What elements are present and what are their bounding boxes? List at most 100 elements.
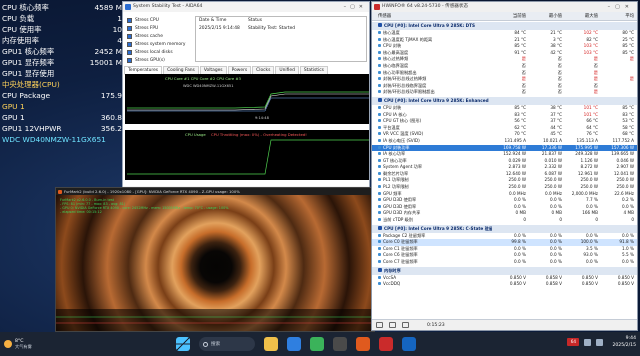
- settings-icon[interactable]: [376, 322, 383, 328]
- sensor-value: 85 °C: [622, 104, 634, 110]
- aida64-taskbar-icon[interactable]: [402, 337, 416, 351]
- sensor-value: [600, 83, 636, 90]
- sensor-row[interactable]: GT 核心功率 0.029 W 0.010 W 1.126 W 0.046 W: [372, 158, 637, 165]
- checkbox[interactable]: [127, 25, 132, 31]
- sensor-label: CPU 封装: [383, 104, 402, 110]
- sensor-value: 83 °C: [622, 111, 634, 117]
- sensor-row[interactable]: 当前 cTDP 级别 0 0 0 0: [372, 217, 637, 224]
- taskbar-apps: 搜索: [176, 337, 416, 351]
- clock-time: 9:44: [625, 336, 636, 341]
- log-icon[interactable]: [389, 322, 396, 328]
- sensor-group-header[interactable]: 内存时序: [372, 266, 637, 275]
- sensor-value: 2.332 W: [544, 164, 562, 170]
- sensor-row[interactable]: PL1 功率限制 250.0 W 250.0 W 250.0 W 250.0 W: [372, 177, 637, 184]
- network-icon[interactable]: [584, 338, 592, 346]
- file-explorer-icon[interactable]: [264, 337, 278, 351]
- volume-icon[interactable]: [596, 338, 604, 346]
- column-header[interactable]: 传感器: [372, 12, 492, 20]
- taskbar-search[interactable]: 搜索: [199, 337, 255, 351]
- sensor-label: 核心温度: [383, 30, 400, 35]
- stress-option[interactable]: Stress local disks: [127, 48, 193, 56]
- osd-row: CPU 负载 1: [2, 13, 122, 24]
- sensor-row[interactable]: IA 核心功率 152.924 W 21.837 W 249.328 W 139.665…: [372, 151, 637, 158]
- checkbox[interactable]: [127, 41, 132, 47]
- osd-row: CPU 核心频率 4589 M: [2, 2, 122, 13]
- sensor-row[interactable]: 封装/环形总线功率限制超出 否 否 是: [372, 89, 637, 96]
- sensor-value: 0.0 MHz: [545, 190, 562, 196]
- sensor-row[interactable]: 平台温度 62 °C 44 °C 64 °C 58 °C: [372, 125, 637, 132]
- sensor-row[interactable]: IA 核心电压 (SVID) 131.495 A 10.021 A 135.113 A…: [372, 138, 637, 145]
- sensor-value: 0.850 V: [509, 274, 526, 280]
- sensor-row[interactable]: PL2 功率限制 250.0 W 250.0 W 250.0 W 250.0 W: [372, 184, 637, 191]
- sensor-group-header[interactable]: CPU [#0]: Intel Core Ultra 9 285K: Enhan…: [372, 96, 637, 105]
- column-header[interactable]: 最大值: [564, 12, 600, 20]
- sensor-row[interactable]: Core C7 驻留频率 0.0 % 0.0 % 0.0 % 0.0 %: [372, 259, 637, 266]
- reset-icon[interactable]: [402, 322, 409, 328]
- sensor-row[interactable]: 核心过热降频 是 否 是 是: [372, 56, 637, 63]
- checkbox[interactable]: [127, 57, 132, 63]
- edge-icon[interactable]: [287, 337, 301, 351]
- sensor-row[interactable]: Core C6 驻留频率 0.0 % 0.0 % 93.0 % 5.5 %: [372, 252, 637, 259]
- weather-icon: [4, 340, 12, 348]
- stress-option[interactable]: Stress system memory: [127, 40, 193, 48]
- sensor-value: 103 °C: [583, 49, 598, 55]
- sensor-row[interactable]: CPU IA 核心 83 °C 37 °C 101 °C 83 °C: [372, 112, 637, 119]
- sensor-row[interactable]: CPU GT 核心 (图形) 56 °C 37 °C 66 °C 53 °C: [372, 118, 637, 125]
- window-controls[interactable]: –▢✕: [608, 2, 634, 12]
- osd-row: WDC WD40NMZW-11GX651: [2, 134, 122, 145]
- stress-option-label: Stress local disks: [135, 49, 173, 55]
- sensor-row[interactable]: VccSA 0.850 V 0.858 V 0.850 V 0.850 V: [372, 275, 637, 282]
- sensor-row[interactable]: Package C2 驻留频率 0.0 % 0.0 % 0.0 % 0.0 %: [372, 233, 637, 240]
- sensor-row[interactable]: VccDDQ 0.850 V 0.858 V 0.850 V 0.850 V: [372, 281, 637, 288]
- sensor-value: 91 °C: [514, 49, 526, 55]
- sensor-row[interactable]: 核心最高温度 91 °C 42 °C 103 °C 85 °C: [372, 50, 637, 57]
- stress-option[interactable]: Stress cache: [127, 32, 193, 40]
- sensor-icon: [378, 275, 381, 279]
- sensor-row[interactable]: CPU 封装功率 169.758 W 17.336 W 175.995 W 157.30…: [372, 144, 637, 152]
- sensor-value: 是: [629, 56, 634, 62]
- sensor-row[interactable]: CPU 封装 85 °C 38 °C 103 °C 85 °C: [372, 43, 637, 50]
- sensor-row[interactable]: 核心温度距 TjMAX 的距离 21 °C 3 °C 82 °C 25 °C: [372, 37, 637, 44]
- window-controls[interactable]: –▢✕: [344, 2, 367, 12]
- checkbox[interactable]: [127, 49, 132, 55]
- store-icon[interactable]: [310, 337, 324, 351]
- stress-option[interactable]: Stress GPU(s): [127, 56, 193, 64]
- checkbox[interactable]: [127, 33, 132, 39]
- column-header[interactable]: 当前值: [492, 12, 528, 20]
- sensor-row[interactable]: GPU D3D 使用率 0.0 % 0.0 % 7.7 % 0.2 %: [372, 197, 637, 204]
- sensor-group-header[interactable]: CPU [#0]: Intel Core Ultra 9 285K: DTS: [372, 22, 637, 30]
- sensor-value: [564, 97, 600, 105]
- weather-widget[interactable]: 8°C 大气有雾: [4, 339, 84, 350]
- sensor-row[interactable]: 封装/环形总线临界温度 否 否 否: [372, 83, 637, 90]
- sensor-row[interactable]: GPU D3D 内存共享 0 MB 0 MB 166 MB 4 MB: [372, 210, 637, 217]
- column-header[interactable]: 平均: [600, 12, 636, 20]
- osd-value: 4589 M: [94, 3, 122, 12]
- clock[interactable]: 9:44 2025/2/15: [612, 335, 636, 349]
- sensor-row[interactable]: 剩余芯片功率 12.640 W 6.087 W 12.961 W 12.041 W: [372, 171, 637, 178]
- sensor-row[interactable]: Core C0 驻留频率 99.8 % 0.0 % 100.0 % 91.8 %: [372, 239, 637, 246]
- column-header[interactable]: 最小值: [528, 12, 564, 20]
- sensor-row[interactable]: System Agent 功率 2.873 W 2.332 W 8.272 W 2.90…: [372, 164, 637, 171]
- sensor-row[interactable]: 核心温度 84 °C 21 °C 102 °C 80 °C: [372, 30, 637, 37]
- osd-label: CPU 使用率: [2, 25, 42, 34]
- sensor-row[interactable]: VR VCC 温度 (SVID) 70 °C 45 °C 76 °C 68 °C: [372, 131, 637, 138]
- hwinfo-taskbar-icon[interactable]: [379, 337, 393, 351]
- start-icon[interactable]: [176, 337, 190, 351]
- checkbox[interactable]: [127, 17, 132, 23]
- sensor-label: 核心最高温度: [383, 49, 409, 55]
- sensor-row[interactable]: 核心功率限制超出 否 否 是: [372, 70, 637, 77]
- sensor-row[interactable]: 封装/环形总线过热降频 是 否 是 是: [372, 76, 637, 83]
- sensor-row[interactable]: GPU D3D 使用率 0.0 % 0.0 % 0.0 % 0.0 %: [372, 204, 637, 211]
- hwinfo-tray-badge[interactable]: 64: [567, 338, 580, 346]
- terminal-icon[interactable]: [333, 337, 347, 351]
- sensor-row[interactable]: CPU 封装 85 °C 38 °C 101 °C 85 °C: [372, 105, 637, 112]
- sensor-group-header[interactable]: CPU [#0]: Intel Core Ultra 9 285K: C-Sta…: [372, 224, 637, 233]
- furmark-taskbar-icon[interactable]: [356, 337, 370, 351]
- stress-option[interactable]: Stress CPU: [127, 16, 193, 24]
- sensor-row[interactable]: 核心临界温度 否 否 否: [372, 63, 637, 70]
- sensor-row[interactable]: Core C1 驻留频率 0.0 % 0.0 % 3.5 % 1.0 %: [372, 246, 637, 253]
- sensor-row[interactable]: GPU 频率 0.0 MHz 0.0 MHz 2,000.0 MHz 22.6 MHz: [372, 191, 637, 198]
- stress-option[interactable]: Stress FPU: [127, 24, 193, 32]
- sensor-value: [492, 97, 528, 105]
- sensor-value: [564, 267, 600, 275]
